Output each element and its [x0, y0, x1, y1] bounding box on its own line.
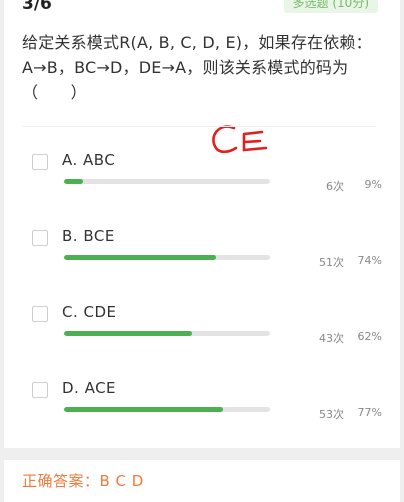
option-b[interactable]: B. BCE 51次 74%	[4, 227, 400, 288]
vote-percent: 77%	[357, 406, 382, 419]
question-text: 给定关系模式R(A, B, C, D, E)，如果存在依赖：A→B，BC→D，D…	[22, 33, 372, 102]
divider	[22, 126, 376, 127]
vote-count: 51次	[319, 256, 344, 269]
vote-bar-fill	[64, 331, 192, 336]
checkbox-a[interactable]	[32, 154, 48, 170]
checkbox-b[interactable]	[32, 230, 48, 246]
question-index: 3/6	[22, 0, 52, 14]
option-label: B. BCE	[62, 227, 115, 245]
vote-bar-fill	[64, 179, 83, 184]
vote-count: 43次	[319, 332, 344, 345]
vote-bar-track	[64, 331, 270, 336]
vote-percent: 62%	[357, 330, 382, 343]
vote-bar-track	[64, 255, 270, 260]
checkbox-d[interactable]	[32, 382, 48, 398]
option-c[interactable]: C. CDE 43次 62%	[4, 303, 400, 364]
option-label: A. ABC	[62, 151, 116, 169]
answer-bar: 正确答案：B C D	[4, 460, 400, 502]
vote-count: 53次	[319, 408, 344, 421]
vote-bar-fill	[64, 407, 223, 412]
checkbox-c[interactable]	[32, 306, 48, 322]
question-card: 3/6 多选题 (10分) 给定关系模式R(A, B, C, D, E)，如果存…	[4, 0, 400, 448]
vote-bar-fill	[64, 255, 217, 260]
question-type-badge: 多选题 (10分)	[283, 0, 378, 13]
vote-count: 6次	[326, 180, 344, 193]
vote-percent: 74%	[357, 254, 382, 267]
correct-answer: 正确答案：B C D	[22, 472, 144, 490]
option-d[interactable]: D. ACE 53次 77%	[4, 379, 400, 440]
vote-bar-track	[64, 407, 270, 412]
option-a[interactable]: A. ABC 6次 9%	[4, 151, 400, 212]
vote-bar-track	[64, 179, 270, 184]
vote-percent: 9%	[364, 178, 382, 191]
option-label: D. ACE	[62, 379, 117, 397]
option-label: C. CDE	[62, 303, 117, 321]
